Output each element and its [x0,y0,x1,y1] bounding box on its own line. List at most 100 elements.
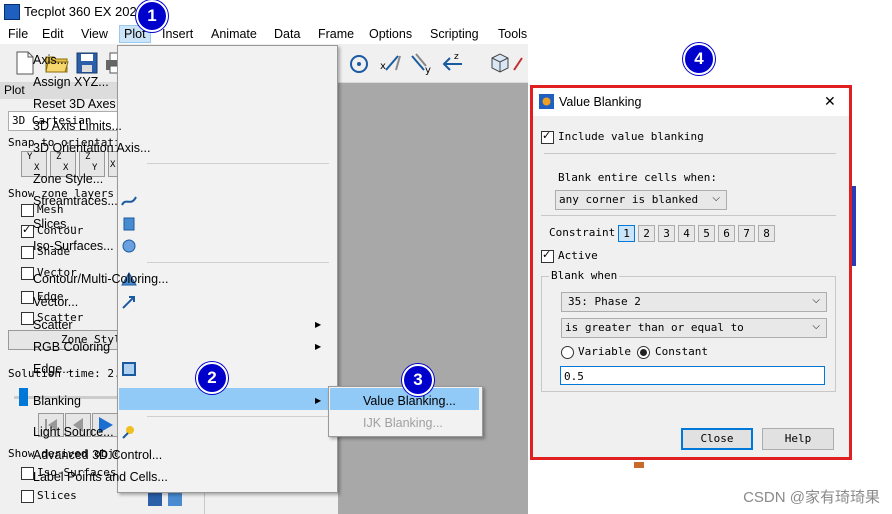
menu-item-light-source[interactable]: Light Source... [33,425,114,439]
menu-scripting[interactable]: Scripting [430,27,479,41]
step-badge-1: 1 [136,0,168,32]
constant-radio[interactable] [637,346,650,359]
svg-text:z: z [454,52,459,62]
submenu-item-value-blanking[interactable]: Value Blanking... [363,394,456,408]
menu-item-edge[interactable]: Edge... [33,362,73,376]
menu-item-rgb-coloring[interactable]: RGB Coloring [33,340,110,354]
menu-data[interactable]: Data [274,27,300,41]
save-icon[interactable] [74,50,100,76]
blank-cells-dropdown[interactable]: any corner is blanked ⌵ [555,190,727,210]
menu-view[interactable]: View [81,27,108,41]
dialog-title: Value Blanking [559,95,642,109]
blanking-highlight [119,388,334,410]
constraint-label: Constraint [549,226,616,239]
watermark: CSDN @家有琦琦果 [743,489,880,506]
step-badge-2: 2 [196,362,228,394]
menu-item-3d-orientation-axis[interactable]: 3D Orientation Axis... [33,141,150,155]
plot-viewport[interactable] [338,83,528,514]
solution-time-slider-thumb[interactable] [19,388,28,406]
svg-text:y: y [425,65,431,76]
dialog-divider [544,153,836,154]
operator-dropdown[interactable]: is greater than or equal to ⌵ [561,318,827,338]
menu-bar: File Edit View Plot Insert Animate Data … [0,24,528,44]
probe-icon[interactable] [512,50,528,76]
step-badge-4: 4 [683,43,715,75]
blank-entire-cells-label: Blank entire cells when: [558,171,717,184]
rotate-z-icon[interactable]: z [440,50,466,76]
chevron-down-icon: ⌵ [712,193,720,204]
menu-item-zone-style[interactable]: Zone Style... [33,172,103,186]
slice-icon [123,217,135,231]
dialog-close-icon[interactable]: ✕ [824,93,836,110]
constraint-tab-5[interactable]: 5 [698,225,715,242]
help-button[interactable]: Help [762,428,834,450]
include-value-blanking-label: Include value blanking [558,130,704,143]
menu-item-slices[interactable]: Slices... [33,217,77,231]
constant-radio-label: Constant [655,345,708,358]
menu-item-iso-surfaces[interactable]: Iso-Surfaces... [33,239,114,253]
light-source-icon [122,426,134,439]
active-label: Active [558,249,598,262]
iso-surface-icon [122,239,136,253]
submenu-item-ijk-blanking[interactable]: IJK Blanking... [363,416,443,430]
menu-tools[interactable]: Tools [498,27,527,41]
menu-options[interactable]: Options [369,27,412,41]
slices-label: Slices [37,489,77,502]
menu-animate[interactable]: Animate [211,27,257,41]
include-value-blanking-checkbox[interactable] [541,129,554,144]
menu-item-vector[interactable]: Vector... [33,295,78,309]
step-badge-3: 3 [402,364,434,396]
menu-edit[interactable]: Edit [42,27,64,41]
menu-item-label-points-and-cells[interactable]: Label Points and Cells... [33,470,168,484]
rotate-icon[interactable] [346,50,372,76]
background-plot-fragment [634,462,644,468]
menu-item-3d-axis-limits[interactable]: 3D Axis Limits... [33,119,122,133]
constraint-tab-6[interactable]: 6 [718,225,735,242]
menu-insert[interactable]: Insert [162,27,193,41]
slices-checkbox[interactable] [21,490,34,503]
rotate-x-icon[interactable]: x [378,50,404,76]
menu-file[interactable]: File [8,27,28,41]
chevron-down-icon: ⌵ [812,295,820,306]
rgb-submenu-arrow-icon: ▶ [315,342,322,351]
constraint-tab-1[interactable]: 1 [618,225,635,242]
menu-separator [147,262,329,263]
menu-item-advanced-3d-control[interactable]: Advanced 3D Control... [33,448,162,462]
menu-item-streamtraces[interactable]: Streamtraces... [33,194,118,208]
constant-value-input[interactable]: 0.5 [560,366,825,385]
chevron-down-icon: ⌵ [812,321,820,332]
constraint-tab-3[interactable]: 3 [658,225,675,242]
menu-item-blanking[interactable]: Blanking [33,394,81,408]
menu-item-scatter[interactable]: Scatter [33,318,73,332]
title-bar: Tecplot 360 EX 202 [0,0,528,24]
3d-box-icon[interactable] [486,50,512,76]
menu-item-contour-multi-coloring[interactable]: Contour/Multi-Coloring... [33,272,168,286]
streamtrace-icon [121,196,137,206]
variable-radio[interactable] [561,346,574,359]
tool-icons-partial [148,492,182,506]
vector-icon [122,296,135,309]
menu-item-axis[interactable]: Axis... [33,53,67,67]
blank-when-label: Blank when [549,269,620,282]
menu-frame[interactable]: Frame [318,27,354,41]
constraint-tab-4[interactable]: 4 [678,225,695,242]
tecplot-app-icon [4,4,20,20]
dialog-title-bar: Value Blanking ✕ [533,88,849,116]
constraint-tab-8[interactable]: 8 [758,225,775,242]
variable-radio-label: Variable [578,345,631,358]
variable-dropdown[interactable]: 35: Phase 2 ⌵ [561,292,827,312]
svg-text:x: x [380,61,386,72]
scatter-submenu-arrow-icon: ▶ [315,320,322,329]
constraint-tab-2[interactable]: 2 [638,225,655,242]
blanking-submenu-arrow-icon: ▶ [315,396,322,405]
constraint-tab-7[interactable]: 7 [738,225,755,242]
active-checkbox[interactable] [541,248,554,263]
menu-separator [147,416,329,417]
menu-item-assign-xyz[interactable]: Assign XYZ... [33,75,109,89]
menu-item-reset-3d-axes[interactable]: Reset 3D Axes [33,97,116,111]
rotate-y-icon[interactable]: y [408,50,434,76]
background-plot-edge [852,186,856,266]
dialog-divider [541,215,836,216]
window-title: Tecplot 360 EX 202 [24,4,137,19]
close-button[interactable]: Close [681,428,753,450]
